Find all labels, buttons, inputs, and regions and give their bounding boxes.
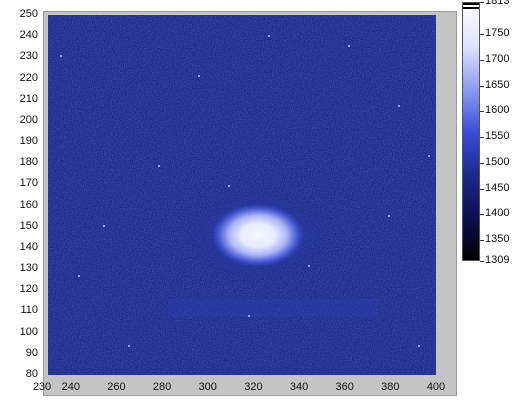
colorbar-tick xyxy=(480,261,484,262)
y-tick-label: 90 xyxy=(25,346,38,359)
x-tick-label: 260 xyxy=(107,381,126,393)
colorbar-range-marker xyxy=(463,7,479,9)
y-tick-label: 200 xyxy=(19,113,38,126)
x-tick-label: 280 xyxy=(152,381,172,393)
y-tick-label: 170 xyxy=(19,177,38,190)
y-tick-label: 180 xyxy=(19,156,38,169)
x-tick-label: 230 xyxy=(32,381,52,393)
y-tick-label: 210 xyxy=(19,92,38,105)
y-tick-label: 80 xyxy=(25,368,38,380)
x-tick-label: 400 xyxy=(426,381,446,393)
y-tick-label: 140 xyxy=(19,240,38,253)
intensity-image[interactable] xyxy=(48,15,436,375)
hot-pixel xyxy=(428,155,430,157)
colorbar xyxy=(462,2,480,261)
colorbar-tick xyxy=(480,214,484,216)
colorbar-tick xyxy=(480,137,484,139)
bright-spot xyxy=(209,202,307,269)
y-tick-label: 100 xyxy=(19,325,38,338)
colorbar-tick xyxy=(480,239,484,241)
hot-pixel xyxy=(60,55,62,57)
colorbar-tick-label: 1700 xyxy=(485,53,510,66)
colorbar-tick xyxy=(480,188,484,190)
intensity-map xyxy=(48,15,436,375)
hot-pixel xyxy=(228,185,230,187)
x-tick-label: 360 xyxy=(335,381,354,393)
colorbar-tick xyxy=(480,60,484,62)
y-tick-label: 230 xyxy=(19,50,38,63)
hot-pixel xyxy=(398,105,400,107)
y-tick-label: 250 xyxy=(19,8,38,20)
hot-pixel xyxy=(78,275,80,277)
colorbar-tick-label: 1750 xyxy=(485,27,510,40)
x-tick-label: 240 xyxy=(61,381,80,393)
hot-pixel xyxy=(268,35,270,37)
hot-pixel xyxy=(348,45,350,47)
y-tick-label: 190 xyxy=(19,135,38,148)
y-tick-label: 120 xyxy=(19,283,38,296)
colorbar-tick-label: 1309 xyxy=(485,254,510,266)
hot-pixel xyxy=(103,225,105,227)
y-tick-label: 110 xyxy=(20,304,38,317)
colorbar-tick-label: 1813 xyxy=(485,0,510,7)
colorbar-range-marker xyxy=(463,3,479,5)
x-tick-label: 340 xyxy=(289,381,309,393)
x-tick-label: 300 xyxy=(198,381,217,393)
colorbar-tick xyxy=(480,85,484,87)
colorbar-tick-label: 1550 xyxy=(485,130,510,143)
colorbar-tick xyxy=(480,162,484,164)
colorbar-tick-label: 1650 xyxy=(485,78,510,91)
colorbar-tick-label: 1400 xyxy=(485,207,510,220)
hot-pixel xyxy=(128,345,130,347)
hot-pixel xyxy=(248,315,250,317)
hot-pixel xyxy=(198,75,200,77)
colorbar-tick xyxy=(480,34,484,36)
hot-pixel xyxy=(308,265,310,267)
hot-pixel xyxy=(388,215,390,217)
colorbar-tick xyxy=(480,111,484,113)
y-tick-label: 160 xyxy=(19,198,38,211)
colorbar-tick-label: 1600 xyxy=(485,104,510,117)
y-tick-label: 240 xyxy=(19,29,38,42)
colorbar-tick-label: 1350 xyxy=(485,232,510,245)
faint-band xyxy=(168,298,378,317)
y-tick-label: 220 xyxy=(19,71,38,84)
colorbar-tick-label: 1500 xyxy=(485,155,510,168)
y-tick-label: 150 xyxy=(19,219,38,232)
x-tick-label: 380 xyxy=(381,381,400,393)
hot-pixel xyxy=(158,165,160,167)
colorbar-tick xyxy=(480,2,484,3)
colorbar-tick-label: 1450 xyxy=(485,181,510,194)
hot-pixel xyxy=(418,345,420,347)
x-tick-label: 320 xyxy=(244,381,263,393)
y-tick-label: 130 xyxy=(19,262,38,275)
